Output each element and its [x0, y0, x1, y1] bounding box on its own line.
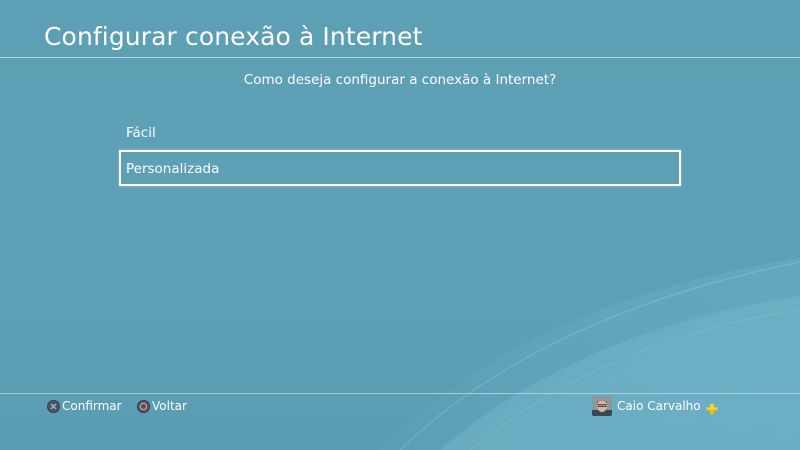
- menu-item-custom-label: Personalizada: [126, 161, 220, 177]
- user-avatar-icon: [592, 396, 612, 416]
- footer-divider: [0, 393, 800, 394]
- header-divider: [0, 57, 800, 58]
- user-profile[interactable]: Caio Carvalho: [592, 396, 718, 416]
- background-waves: [380, 258, 800, 450]
- back-hint[interactable]: Voltar: [137, 398, 187, 414]
- confirm-hint[interactable]: Confirmar: [47, 398, 122, 414]
- cross-button-icon: [47, 399, 60, 413]
- menu-item-custom[interactable]: Personalizada: [119, 150, 681, 186]
- menu-item-easy[interactable]: Fácil: [119, 114, 681, 150]
- circle-button-icon: [137, 399, 150, 413]
- confirm-label: Confirmar: [62, 399, 122, 413]
- user-name: Caio Carvalho: [617, 399, 701, 413]
- playstation-plus-icon: [706, 400, 718, 415]
- page-title: Configurar conexão à Internet: [44, 22, 423, 51]
- back-label: Voltar: [152, 399, 187, 413]
- connection-method-menu: Fácil Personalizada: [119, 114, 681, 186]
- menu-item-easy-label: Fácil: [126, 125, 156, 141]
- setup-question: Como deseja configurar a conexão à Inter…: [243, 72, 557, 88]
